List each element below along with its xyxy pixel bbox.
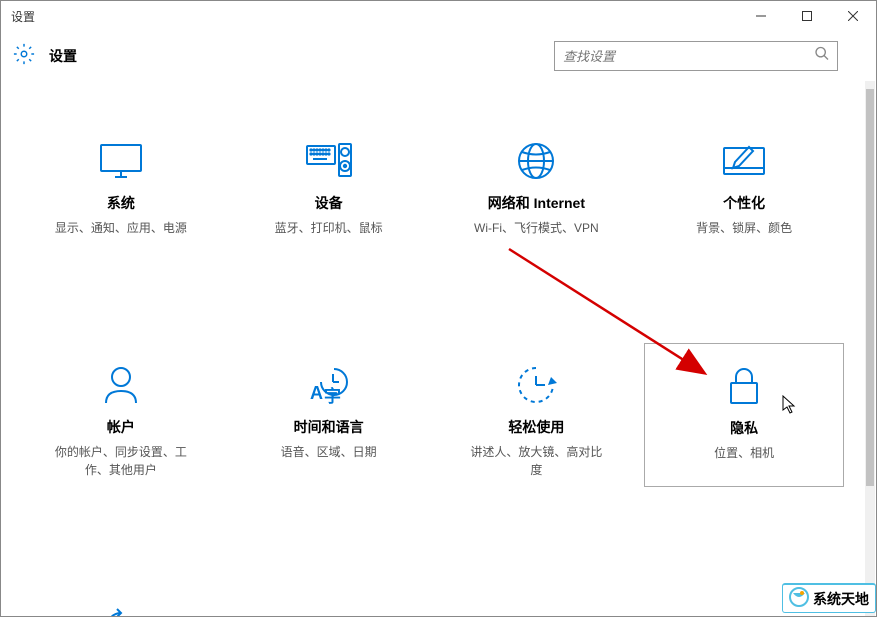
- tile-title: 隐私: [730, 418, 758, 438]
- window-controls: [738, 1, 876, 31]
- tile-desc: Wi-Fi、飞行模式、VPN: [474, 219, 599, 237]
- display-icon: [98, 139, 144, 183]
- tile-privacy[interactable]: 隐私 位置、相机: [644, 343, 844, 487]
- update-icon: [101, 605, 141, 616]
- tile-devices[interactable]: 设备 蓝牙、打印机、鼠标: [229, 131, 429, 245]
- tile-desc: 显示、通知、应用、电源: [55, 219, 187, 237]
- scrollbar-thumb[interactable]: [866, 89, 874, 486]
- globe-icon: [516, 139, 556, 183]
- tile-desc: 讲述人、放大镜、高对比度: [466, 443, 606, 479]
- scrollbar[interactable]: [865, 81, 875, 616]
- tile-personalization[interactable]: 个性化 背景、锁屏、颜色: [644, 131, 844, 245]
- tile-ease-of-access[interactable]: 轻松使用 讲述人、放大镜、高对比度: [437, 355, 637, 487]
- svg-text:字: 字: [324, 386, 341, 405]
- settings-grid: 系统 显示、通知、应用、电源 设备 蓝牙、打印机、鼠标: [21, 131, 844, 616]
- tile-desc: 语音、区域、日期: [281, 443, 377, 461]
- watermark: 系统天地: [783, 584, 875, 612]
- window-title: 设置: [11, 8, 35, 25]
- tile-title: 个性化: [723, 193, 765, 213]
- tile-title: 时间和语言: [294, 417, 364, 437]
- minimize-button[interactable]: [738, 1, 784, 31]
- tile-title: 设备: [315, 193, 343, 213]
- search-input[interactable]: [554, 41, 838, 71]
- lock-icon: [727, 364, 761, 408]
- content-area: 系统 显示、通知、应用、电源 设备 蓝牙、打印机、鼠标: [1, 81, 864, 616]
- watermark-text: 系统天地: [813, 589, 869, 609]
- devices-icon: [305, 139, 353, 183]
- svg-text:A: A: [310, 383, 323, 403]
- personalization-icon: [721, 139, 767, 183]
- tile-desc: 位置、相机: [714, 444, 774, 462]
- gear-icon: [13, 43, 35, 70]
- tile-desc: 你的帐户、同步设置、工作、其他用户: [51, 443, 191, 479]
- tile-title: 系统: [107, 193, 135, 213]
- tile-desc: 背景、锁屏、颜色: [696, 219, 792, 237]
- close-button[interactable]: [830, 1, 876, 31]
- person-icon: [102, 363, 140, 407]
- watermark-icon: [789, 587, 809, 610]
- tile-title: 轻松使用: [508, 417, 564, 437]
- page-title: 设置: [49, 46, 77, 66]
- time-language-icon: A 字: [307, 363, 351, 407]
- titlebar: 设置: [1, 1, 876, 31]
- search-container: [554, 41, 838, 71]
- maximize-button[interactable]: [784, 1, 830, 31]
- tile-desc: 蓝牙、打印机、鼠标: [275, 219, 383, 237]
- tile-title: 帐户: [107, 417, 135, 437]
- tile-title: 网络和 Internet: [488, 193, 585, 213]
- ease-icon: [515, 363, 557, 407]
- tile-time-language[interactable]: A 字 时间和语言 语音、区域、日期: [229, 355, 429, 487]
- tile-accounts[interactable]: 帐户 你的帐户、同步设置、工作、其他用户: [21, 355, 221, 487]
- tile-network[interactable]: 网络和 Internet Wi-Fi、飞行模式、VPN: [437, 131, 637, 245]
- search-icon: [814, 46, 830, 67]
- tile-update[interactable]: 更新和安全: [21, 597, 221, 616]
- tile-system[interactable]: 系统 显示、通知、应用、电源: [21, 131, 221, 245]
- header: 设置: [1, 31, 876, 81]
